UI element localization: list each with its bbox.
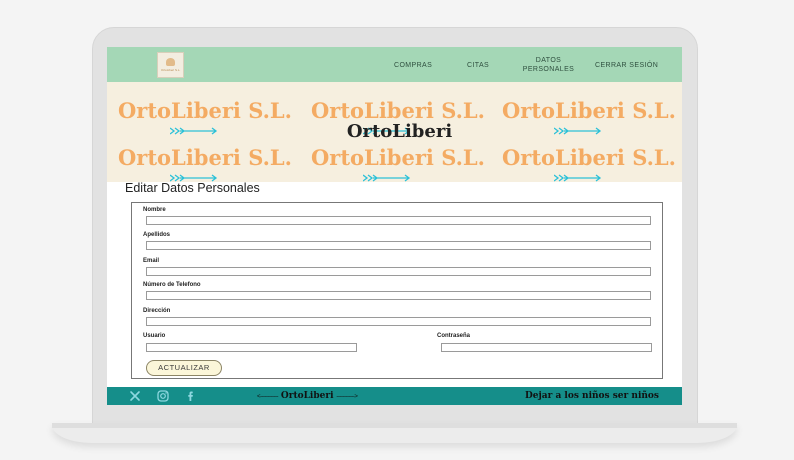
- usuario-label: Usuario: [143, 333, 166, 339]
- nav-compras[interactable]: COMPRAS: [394, 61, 432, 70]
- direccion-label: Dirección: [143, 308, 171, 314]
- nav-cerrar-sesion[interactable]: CERRAR SESIÓN: [595, 61, 658, 70]
- banner-title: OrtoLiberi: [346, 121, 453, 142]
- banner-tile: OrtoLiberi S.L.: [303, 141, 493, 182]
- page-title: Editar Datos Personales: [125, 181, 260, 195]
- facebook-icon[interactable]: [184, 389, 198, 403]
- footer: <------------ OrtoLiberi ------------> D…: [107, 387, 682, 405]
- banner-tile: OrtoLiberi S.L.: [110, 141, 300, 182]
- nav-citas[interactable]: CITAS: [467, 61, 489, 70]
- footer-slogan: Dejar a los niños ser niños: [524, 391, 659, 401]
- contrasena-input[interactable]: [441, 343, 652, 352]
- direccion-input[interactable]: [146, 317, 651, 326]
- footer-brand: OrtoLiberi: [280, 391, 334, 401]
- banner-tile-text: OrtoLiberi S.L.: [310, 145, 485, 170]
- telefono-input[interactable]: [146, 291, 651, 300]
- banner-tile-text: OrtoLiberi S.L.: [117, 145, 292, 170]
- nombre-label: Nombre: [143, 207, 166, 213]
- site-logo[interactable]: OrtoLiberi S.L.: [157, 52, 184, 78]
- apellidos-label: Apellidos: [143, 232, 171, 238]
- logo-text: OrtoLiberi S.L.: [161, 68, 181, 72]
- browser-viewport: OrtoLiberi S.L. COMPRAS CITAS DATOS PERS…: [107, 47, 682, 405]
- contrasena-label: Contraseña: [437, 333, 471, 339]
- nombre-input[interactable]: [146, 216, 651, 225]
- email-input[interactable]: [146, 267, 651, 276]
- banner-tile-text: OrtoLiberi S.L.: [501, 98, 676, 123]
- banner-tile: OrtoLiberi S.L.: [494, 141, 682, 182]
- footer-brand-line: <------------ OrtoLiberi ------------>: [257, 391, 358, 401]
- arrow-icon: [554, 174, 602, 182]
- email-label: Email: [143, 258, 160, 264]
- usuario-input[interactable]: [146, 343, 357, 352]
- footer-arrow-left: <------------: [257, 394, 278, 400]
- nav-datos-personales[interactable]: DATOS PERSONALES: [512, 56, 585, 74]
- apellidos-input[interactable]: [146, 241, 651, 250]
- footer-arrow-right: ------------>: [336, 394, 358, 400]
- banner-tile-text: OrtoLiberi S.L.: [310, 98, 485, 123]
- actualizar-button[interactable]: ACTUALIZAR: [146, 360, 222, 376]
- laptop-base: [52, 423, 737, 443]
- top-navbar: OrtoLiberi S.L. COMPRAS CITAS DATOS PERS…: [107, 47, 682, 82]
- banner-tile-text: OrtoLiberi S.L.: [501, 145, 676, 170]
- hero-banner: OrtoLiberi S.L. OrtoLiberi S.L. OrtoLibe…: [107, 82, 682, 182]
- arrow-icon: [363, 174, 411, 182]
- logo-icon: [166, 58, 175, 66]
- banner-tile-text: OrtoLiberi S.L.: [117, 98, 292, 123]
- x-icon[interactable]: [128, 389, 142, 403]
- instagram-icon[interactable]: [156, 389, 170, 403]
- telefono-label: Número de Telefono: [143, 282, 201, 288]
